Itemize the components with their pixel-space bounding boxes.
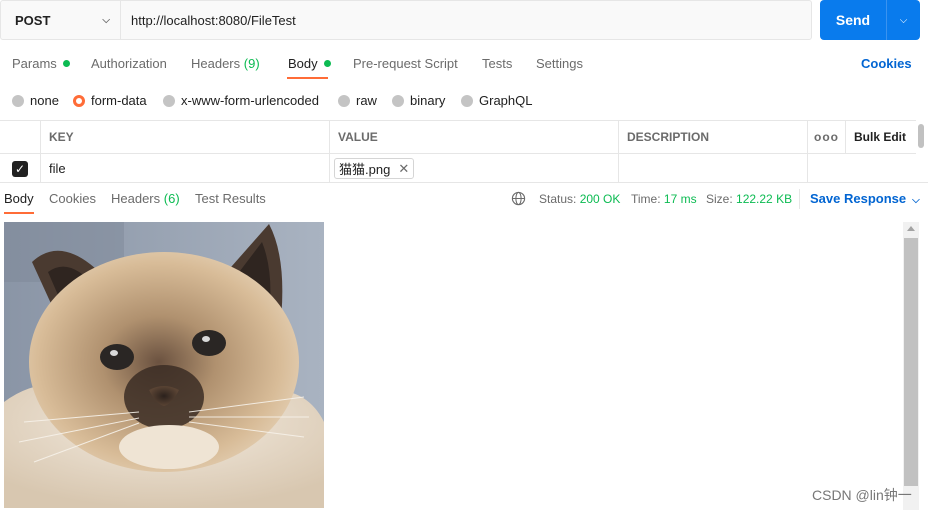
- globe-icon[interactable]: [511, 191, 526, 206]
- file-chip[interactable]: 猫猫.png ✕: [334, 158, 415, 179]
- key-input[interactable]: file: [41, 154, 330, 183]
- size-value: 122.22 KB: [736, 192, 793, 206]
- active-tab-indicator: [287, 77, 328, 79]
- chevron-down-icon: ⌵: [102, 14, 110, 26]
- column-header-description: DESCRIPTION: [619, 121, 808, 153]
- tab-pre-request-script[interactable]: Pre-request Script: [353, 56, 458, 71]
- radio-circle-icon: [461, 94, 473, 107]
- row-spacer: [808, 154, 846, 183]
- status-value: 200 OK: [579, 192, 621, 206]
- watermark: CSDN @lin钟一: [812, 487, 912, 503]
- time-label: Time:: [631, 192, 661, 206]
- row-enabled-checkbox[interactable]: ✓: [12, 160, 28, 177]
- column-header-key: KEY: [41, 121, 330, 153]
- remove-file-icon[interactable]: ✕: [398, 161, 409, 177]
- body-type-radio-group: none form-data x-www-form-urlencoded raw…: [0, 90, 540, 112]
- cookies-link[interactable]: Cookies: [861, 56, 912, 71]
- file-name: 猫猫.png: [339, 162, 391, 177]
- table-header-row: KEY VALUE DESCRIPTION ooo Bulk Edit: [0, 121, 916, 154]
- method-select[interactable]: POST ⌵: [1, 1, 121, 39]
- tab-params-label: Params: [12, 56, 57, 71]
- method-label: POST: [15, 12, 51, 28]
- tab-headers[interactable]: Headers (9): [191, 56, 260, 71]
- status-dot-icon: [323, 60, 331, 67]
- response-toolbar: Body Cookies Headers (6) Test Results St…: [0, 182, 928, 214]
- tab-body[interactable]: Body: [288, 56, 331, 71]
- active-response-tab-indicator: [4, 212, 34, 214]
- url-input[interactable]: http://localhost:8080/FileTest: [121, 1, 811, 39]
- send-options-chevron-icon[interactable]: ⌵: [886, 0, 920, 40]
- divider: [799, 189, 800, 209]
- radio-urlencoded-label: x-www-form-urlencoded: [181, 93, 319, 108]
- tab-body-label: Body: [288, 56, 318, 71]
- save-response-label: Save Response: [810, 191, 907, 206]
- response-tab-test-results[interactable]: Test Results: [195, 191, 266, 206]
- tab-tests[interactable]: Tests: [482, 56, 512, 71]
- response-image-preview: [4, 222, 324, 508]
- radio-form-data-label: form-data: [91, 93, 147, 108]
- response-scrollbar[interactable]: [903, 222, 919, 510]
- response-tab-headers-count: (6): [163, 191, 180, 206]
- size-readout[interactable]: Size: 122.22 KB: [706, 192, 792, 206]
- table-scrollbar-thumb[interactable]: [918, 124, 924, 148]
- tab-headers-label: Headers: [191, 56, 241, 71]
- send-button[interactable]: Send ⌵: [820, 0, 920, 40]
- request-tabs: Params Authorization Headers (9) Body Pr…: [0, 50, 928, 80]
- radio-graphql[interactable]: GraphQL: [461, 93, 532, 108]
- radio-x-www-form-urlencoded[interactable]: x-www-form-urlencoded: [163, 93, 319, 108]
- response-tab-body[interactable]: Body: [4, 191, 34, 206]
- tab-settings[interactable]: Settings: [536, 56, 583, 71]
- size-label: Size:: [706, 192, 733, 206]
- request-url-bar: POST ⌵ http://localhost:8080/FileTest: [0, 0, 812, 40]
- row-checkbox-cell: ✓: [0, 154, 41, 183]
- status-readout[interactable]: Status: 200 OK: [539, 192, 620, 206]
- radio-circle-icon: [12, 94, 24, 107]
- description-input[interactable]: [619, 154, 808, 183]
- radio-none-label: none: [30, 93, 59, 108]
- tab-authorization[interactable]: Authorization: [91, 56, 167, 71]
- radio-circle-icon: [392, 94, 404, 107]
- radio-raw[interactable]: raw: [338, 93, 377, 108]
- radio-selected-icon: [73, 94, 85, 107]
- radio-graphql-label: GraphQL: [479, 93, 533, 108]
- radio-binary[interactable]: binary: [392, 93, 445, 108]
- column-header-value: VALUE: [330, 121, 619, 153]
- radio-none[interactable]: none: [12, 93, 59, 108]
- scrollbar-thumb[interactable]: [904, 238, 918, 486]
- send-button-label: Send: [835, 12, 871, 28]
- value-cell: 猫猫.png ✕: [330, 154, 619, 183]
- response-tab-cookies[interactable]: Cookies: [49, 191, 96, 206]
- time-readout[interactable]: Time: 17 ms: [631, 192, 697, 206]
- status-dot-icon: [62, 60, 70, 67]
- save-response-button[interactable]: Save Response ⌵: [810, 191, 920, 206]
- table-row: ✓ file 猫猫.png ✕: [0, 154, 916, 183]
- radio-binary-label: binary: [410, 93, 446, 108]
- more-options-icon[interactable]: ooo: [808, 121, 846, 153]
- status-label: Status:: [539, 192, 577, 206]
- scroll-up-arrow-icon[interactable]: [907, 226, 915, 231]
- radio-circle-icon: [163, 94, 175, 107]
- bulk-edit-button[interactable]: Bulk Edit: [846, 121, 916, 153]
- radio-raw-label: raw: [356, 93, 377, 108]
- tab-headers-count: (9): [243, 56, 260, 71]
- response-tab-headers-label: Headers: [111, 191, 161, 206]
- form-data-table: KEY VALUE DESCRIPTION ooo Bulk Edit ✓ fi…: [0, 120, 916, 183]
- response-tab-headers[interactable]: Headers (6): [111, 191, 180, 206]
- cat-image: [4, 222, 324, 508]
- header-checkbox-cell: [0, 121, 41, 153]
- radio-circle-icon: [338, 94, 350, 107]
- chevron-down-icon: ⌵: [912, 195, 920, 206]
- tab-params[interactable]: Params: [12, 56, 70, 71]
- radio-form-data[interactable]: form-data: [73, 93, 147, 108]
- time-value: 17 ms: [663, 192, 697, 206]
